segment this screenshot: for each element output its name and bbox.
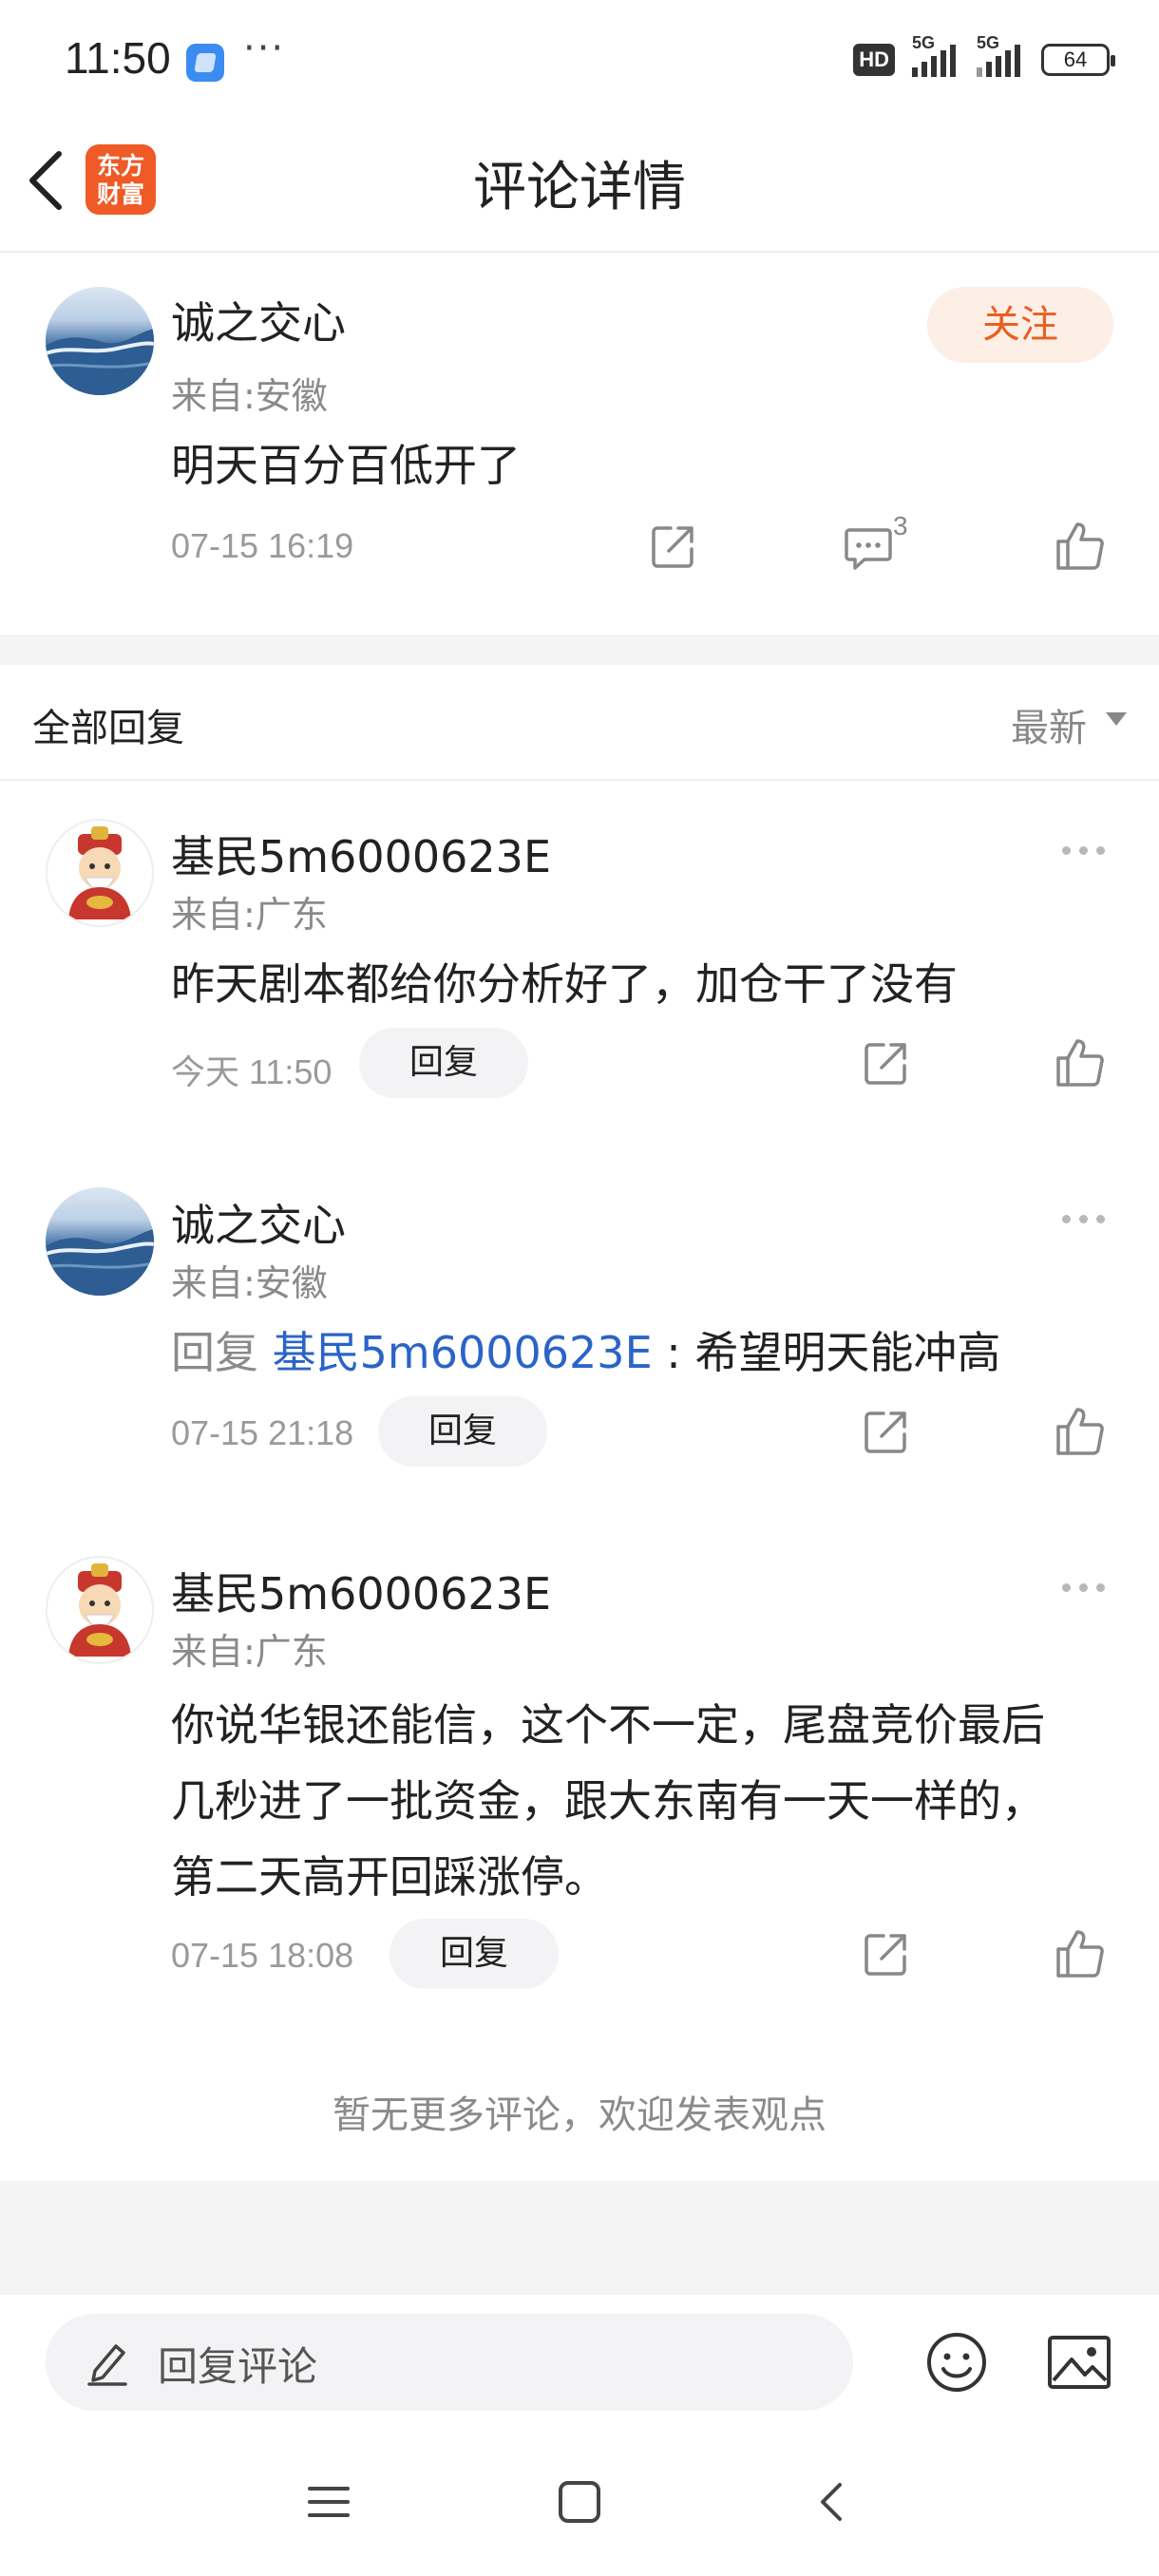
- reply-content: 回复 基民5m6000623E : 希望明天能冲高: [171, 1318, 1000, 1381]
- avatar[interactable]: [46, 1187, 154, 1296]
- status-time: 11:50: [65, 33, 171, 83]
- caret-down-icon[interactable]: [1106, 712, 1127, 726]
- thumbs-up-icon: [1056, 1408, 1104, 1455]
- replies-section-title: 全部回复: [32, 707, 184, 750]
- location-label: 来自:安徽: [171, 1262, 328, 1304]
- reply-input-placeholder[interactable]: 回复评论: [158, 2335, 317, 2393]
- image-button[interactable]: [1047, 2333, 1112, 2392]
- like-button[interactable]: [1054, 1928, 1106, 1979]
- reply-text: 希望明天能冲高: [694, 1327, 1001, 1378]
- username[interactable]: 基民5m6000623E: [171, 823, 551, 885]
- comment-icon: [845, 528, 892, 570]
- like-button[interactable]: [1054, 1037, 1106, 1089]
- share-icon: [864, 1411, 906, 1453]
- menu-icon: [308, 2487, 350, 2517]
- avatar[interactable]: [46, 1556, 154, 1664]
- share-icon: [864, 1043, 906, 1085]
- avatar[interactable]: [46, 287, 154, 395]
- page-title: 评论详情: [473, 157, 686, 218]
- signal-icon-2: 5G: [977, 33, 1024, 77]
- home-nav-button[interactable]: [557, 2479, 602, 2525]
- reply-button[interactable]: 回复: [378, 1396, 547, 1467]
- comment-button[interactable]: [844, 524, 893, 572]
- more-options-icon[interactable]: [1062, 841, 1119, 860]
- content-line: 几秒进了一批资金，跟大东南有一天一样的，: [171, 1775, 1045, 1827]
- comment-time: 07-15 16:19: [171, 526, 354, 565]
- reply-content: 昨天剧本都给你分析好了，加仓干了没有: [171, 958, 958, 1010]
- share-button[interactable]: [863, 1039, 910, 1087]
- more-notifications-icon: ···: [243, 27, 286, 70]
- image-icon: [1048, 2336, 1111, 2389]
- content-line: 你说华银还能信，这个不一定，尾盘竞价最后: [171, 1699, 1045, 1751]
- follow-button[interactable]: 关注: [927, 287, 1113, 363]
- reply-count: 3: [893, 511, 908, 540]
- location-label: 来自:广东: [171, 894, 328, 936]
- share-icon: [864, 1934, 906, 1976]
- home-square-icon: [559, 2481, 600, 2523]
- back-nav-button[interactable]: [809, 2479, 855, 2525]
- avatar[interactable]: [46, 819, 154, 927]
- reply-button[interactable]: 回复: [359, 1028, 528, 1098]
- share-icon: [652, 526, 694, 568]
- hd-voice-icon: HD: [853, 44, 895, 76]
- menu-nav-button[interactable]: [306, 2479, 352, 2525]
- thumbs-up-icon: [1056, 1930, 1104, 1978]
- content-line: 第二天高开回踩涨停。: [171, 1851, 608, 1903]
- no-more-comments-text: 暂无更多评论，欢迎发表观点: [332, 2093, 826, 2137]
- footer-spacer: [0, 2181, 1159, 2295]
- sort-dropdown[interactable]: 最新: [1011, 697, 1087, 752]
- like-button[interactable]: [1054, 1406, 1106, 1457]
- emoji-icon: [927, 2333, 986, 2392]
- username[interactable]: 诚之交心: [171, 1191, 346, 1254]
- reply-time: 今天 11:50: [171, 1052, 332, 1091]
- app-notification-icon: [186, 44, 224, 82]
- more-options-icon[interactable]: [1062, 1209, 1119, 1228]
- emoji-button[interactable]: [925, 2331, 988, 2394]
- reply-content: 你说华银还能信，这个不一定，尾盘竞价最后 几秒进了一批资金，跟大东南有一天一样的…: [171, 1687, 1045, 1915]
- reply-prefix: 回复: [171, 1327, 258, 1378]
- pencil-icon: [86, 2339, 129, 2386]
- reply-separator: :: [652, 1327, 695, 1378]
- reply-to-user-link[interactable]: 基民5m6000623E: [273, 1327, 653, 1378]
- back-triangle-icon: [821, 2483, 842, 2521]
- header-divider: [0, 251, 1159, 253]
- thumbs-up-icon: [1056, 1039, 1104, 1087]
- reply-time: 07-15 18:08: [171, 1936, 354, 1975]
- username[interactable]: 基民5m6000623E: [171, 1560, 551, 1622]
- reply-button[interactable]: 回复: [390, 1919, 559, 1989]
- section-divider: [0, 779, 1159, 781]
- share-button[interactable]: [650, 522, 697, 570]
- status-indicators: HD 5G 5G 64: [853, 33, 1115, 82]
- share-button[interactable]: [863, 1930, 910, 1978]
- share-button[interactable]: [863, 1408, 910, 1455]
- more-options-icon[interactable]: [1062, 1578, 1119, 1597]
- username[interactable]: 诚之交心: [171, 289, 346, 351]
- like-button[interactable]: [1054, 521, 1106, 572]
- comment-content: 明天百分百低开了: [171, 440, 521, 491]
- section-separator: [0, 635, 1159, 665]
- thumbs-up-icon: [1056, 522, 1104, 570]
- location-label: 来自:广东: [171, 1631, 328, 1673]
- reply-time: 07-15 21:18: [171, 1413, 354, 1452]
- signal-icon: 5G: [912, 33, 960, 77]
- location-label: 来自:安徽: [171, 375, 328, 417]
- battery-icon: 64: [1041, 44, 1115, 76]
